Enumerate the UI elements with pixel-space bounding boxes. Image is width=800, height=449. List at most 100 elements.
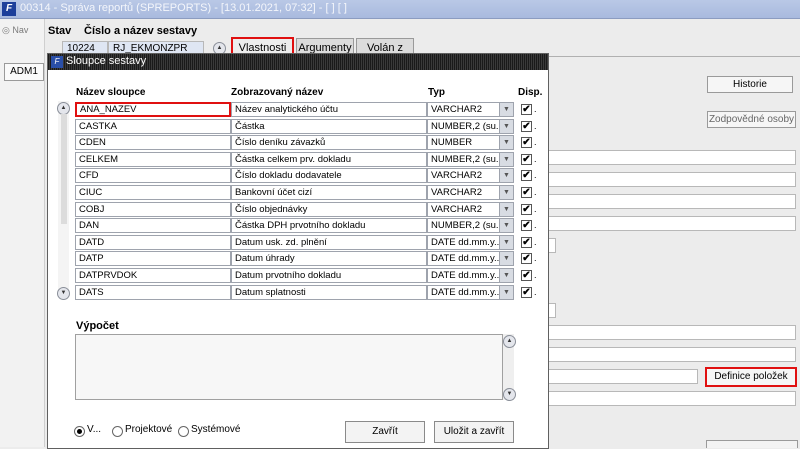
disp-checkbox[interactable]: ✔ xyxy=(521,287,532,298)
display-name-cell[interactable]: Částka xyxy=(231,119,427,134)
type-select[interactable]: NUMBER,2 (su... ▼ xyxy=(427,218,514,233)
display-name-cell[interactable]: Název analytického účtu xyxy=(231,102,427,117)
vypocet-scroll-down-icon[interactable]: ▼ xyxy=(503,388,516,401)
type-select[interactable]: NUMBER ▼ xyxy=(427,135,514,150)
type-select[interactable]: VARCHAR2 ▼ xyxy=(427,202,514,217)
disp-checkbox[interactable]: ✔ xyxy=(521,187,532,198)
display-name-cell[interactable]: Bankovní účet cizí xyxy=(231,185,427,200)
zavrit-button[interactable]: Zavřít xyxy=(345,421,425,443)
disp-checkbox[interactable]: ✔ xyxy=(521,137,532,148)
radio-systemove-label: Systémové xyxy=(191,424,241,435)
display-name-cell[interactable]: Datum usk. zd. plnění xyxy=(231,235,427,250)
row-marker: . xyxy=(534,104,537,114)
display-name-cell[interactable]: Datum splatnosti xyxy=(231,285,427,300)
chevron-down-icon[interactable]: ▼ xyxy=(499,286,513,299)
column-name-cell[interactable]: DAN xyxy=(75,218,231,233)
column-name-cell[interactable]: DATD xyxy=(75,235,231,250)
chevron-down-icon[interactable]: ▼ xyxy=(499,169,513,182)
column-name-cell[interactable]: CFD xyxy=(75,168,231,183)
type-select[interactable]: VARCHAR2 ▼ xyxy=(427,168,514,183)
bg-field-7[interactable] xyxy=(548,325,796,340)
chevron-down-icon[interactable]: ▼ xyxy=(499,252,513,265)
column-name-cell[interactable]: DATP xyxy=(75,251,231,266)
vypocet-label: Výpočet xyxy=(76,320,119,332)
chevron-down-icon[interactable]: ▼ xyxy=(499,136,513,149)
bg-field-3[interactable] xyxy=(548,194,796,209)
disp-checkbox[interactable]: ✔ xyxy=(521,204,532,215)
disp-checkbox[interactable]: ✔ xyxy=(521,154,532,165)
type-select[interactable]: DATE dd.mm.y... ▼ xyxy=(427,251,514,266)
type-value: NUMBER xyxy=(431,137,473,148)
type-value: VARCHAR2 xyxy=(431,170,483,181)
radio-v-label: V... xyxy=(87,424,102,435)
disp-checkbox[interactable]: ✔ xyxy=(521,237,532,248)
disp-checkbox[interactable]: ✔ xyxy=(521,220,532,231)
bg-field-6[interactable] xyxy=(548,303,556,318)
chevron-down-icon[interactable]: ▼ xyxy=(499,186,513,199)
type-select[interactable]: DATE dd.mm.y... ▼ xyxy=(427,268,514,283)
chevron-down-icon[interactable]: ▼ xyxy=(499,236,513,249)
chevron-down-icon[interactable]: ▼ xyxy=(499,103,513,116)
chevron-down-icon[interactable]: ▼ xyxy=(499,269,513,282)
disp-checkbox[interactable]: ✔ xyxy=(521,253,532,264)
column-name-cell[interactable]: ANA_NAZEV xyxy=(75,102,231,117)
bg-field-5[interactable] xyxy=(548,238,556,253)
bg-field-9[interactable] xyxy=(548,369,698,384)
display-name-cell[interactable]: Číslo dokladu dodavatele xyxy=(231,168,427,183)
display-name-cell[interactable]: Číslo objednávky xyxy=(231,202,427,217)
column-name-cell[interactable]: DATPRVDOK xyxy=(75,268,231,283)
type-value: DATE dd.mm.y... xyxy=(431,253,502,264)
bg-field-1[interactable] xyxy=(548,150,796,165)
grid-scroll-down-icon[interactable]: ▼ xyxy=(57,287,70,300)
row-marker: . xyxy=(534,237,537,247)
display-name-cell[interactable]: Datum prvotního dokladu xyxy=(231,268,427,283)
bg-field-2[interactable] xyxy=(548,172,796,187)
column-name-cell[interactable]: CIUC xyxy=(75,185,231,200)
nav-button[interactable]: ◎ Nav xyxy=(2,25,28,36)
vypocet-scroll-up-icon[interactable]: ▲ xyxy=(503,335,516,348)
bg-field-8[interactable] xyxy=(548,347,796,362)
chevron-down-icon[interactable]: ▼ xyxy=(499,120,513,133)
type-value: VARCHAR2 xyxy=(431,187,483,198)
bg-field-4[interactable] xyxy=(548,216,796,231)
chevron-down-icon[interactable]: ▼ xyxy=(499,153,513,166)
type-select[interactable]: VARCHAR2 ▼ xyxy=(427,102,514,117)
ulozit-a-zavrit-button[interactable]: Uložit a zavřít xyxy=(434,421,514,443)
column-name-cell[interactable]: DATS xyxy=(75,285,231,300)
column-name-cell[interactable]: CDEN xyxy=(75,135,231,150)
disp-checkbox[interactable]: ✔ xyxy=(521,104,532,115)
radio-v[interactable] xyxy=(74,426,85,437)
row-marker: . xyxy=(534,253,537,263)
column-name-cell[interactable]: COBJ xyxy=(75,202,231,217)
type-select[interactable]: DATE dd.mm.y... ▼ xyxy=(427,285,514,300)
type-select[interactable]: NUMBER,2 (su... ▼ xyxy=(427,119,514,134)
type-select[interactable]: DATE dd.mm.y... ▼ xyxy=(427,235,514,250)
disp-checkbox[interactable]: ✔ xyxy=(521,121,532,132)
disp-checkbox[interactable]: ✔ xyxy=(521,170,532,181)
display-name-cell[interactable]: Částka DPH prvotního dokladu xyxy=(231,218,427,233)
stav-label: Stav xyxy=(48,25,72,37)
dialog-title: Sloupce sestavy xyxy=(66,55,147,67)
grid-scroll-thumb[interactable] xyxy=(61,114,67,224)
chevron-down-icon[interactable]: ▼ xyxy=(499,203,513,216)
historie-button[interactable]: Historie xyxy=(707,76,793,93)
chevron-down-icon[interactable]: ▼ xyxy=(499,219,513,232)
type-select[interactable]: NUMBER,2 (su... ▼ xyxy=(427,152,514,167)
zodpovedne-osoby-button[interactable]: Zodpovědné osoby xyxy=(707,111,796,128)
column-name-cell[interactable]: CELKEM xyxy=(75,152,231,167)
display-name-cell[interactable]: Částka celkem prv. dokladu xyxy=(231,152,427,167)
header-disp: Disp. xyxy=(518,87,543,98)
display-name-cell[interactable]: Datum úhrady xyxy=(231,251,427,266)
header-zobrazovany-nazev: Zobrazovaný název xyxy=(231,87,324,98)
vypocet-textarea[interactable] xyxy=(75,334,503,400)
adm-tab[interactable]: ADM1 xyxy=(4,63,44,81)
column-name-cell[interactable]: CASTKA xyxy=(75,119,231,134)
type-value: DATE dd.mm.y... xyxy=(431,287,502,298)
radio-systemove[interactable] xyxy=(178,426,189,437)
display-name-cell[interactable]: Číslo deníku závazků xyxy=(231,135,427,150)
type-select[interactable]: VARCHAR2 ▼ xyxy=(427,185,514,200)
disp-checkbox[interactable]: ✔ xyxy=(521,270,532,281)
definice-polozek-button[interactable]: Definice položek xyxy=(705,367,797,387)
bg-field-10[interactable] xyxy=(548,391,796,406)
radio-projektove[interactable] xyxy=(112,426,123,437)
